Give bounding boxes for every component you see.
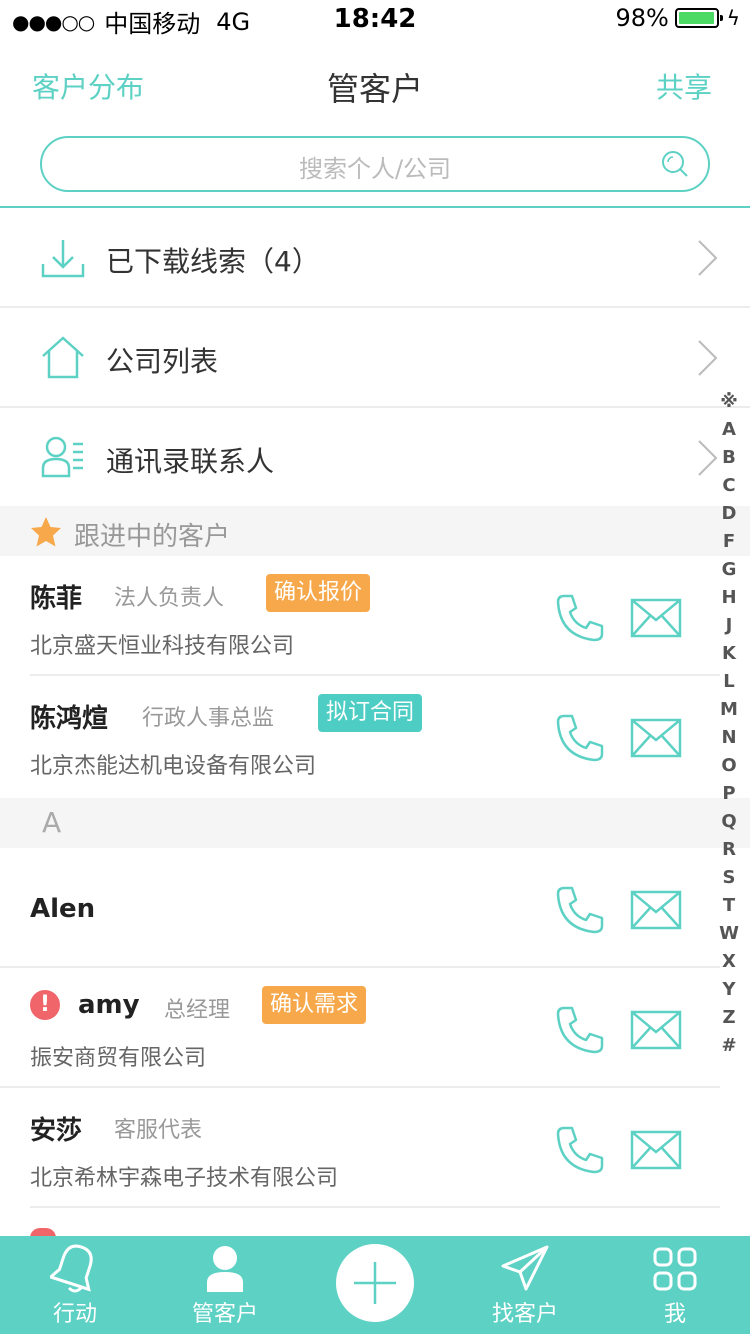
contact-company: 北京盛天恒业科技有限公司 [30, 634, 295, 659]
index-letter[interactable]: O [714, 752, 744, 780]
contact-title: 总经理 [164, 998, 231, 1023]
contact-name: 陈菲 [30, 584, 83, 614]
index-letter[interactable]: R [714, 836, 744, 864]
menu-address-book-contacts[interactable]: 通讯录联系人 [0, 408, 750, 508]
contact-company: 北京杰能达机电设备有限公司 [30, 754, 317, 779]
contact-company: 北京希林宇森电子技术有限公司 [30, 1166, 339, 1191]
chevron-right-icon [698, 340, 718, 376]
menu-label: 通讯录联系人 [106, 445, 275, 478]
tab-find-customers[interactable]: 找客户 [465, 1236, 585, 1334]
search-input[interactable]: 搜索个人/公司 [40, 136, 710, 192]
index-letter[interactable]: C [714, 472, 744, 500]
contact-row[interactable]: Alen [0, 848, 720, 968]
nav-bar: 客户分布 管客户 共享 [0, 40, 750, 128]
index-letter[interactable]: X [714, 948, 744, 976]
star-icon [31, 517, 61, 547]
grid-icon [653, 1247, 697, 1291]
contact-company: 振安商贸有限公司 [30, 1046, 207, 1071]
menu-company-list[interactable]: 公司列表 [0, 308, 750, 408]
phone-icon[interactable] [554, 1004, 606, 1056]
battery-icon [674, 8, 723, 28]
index-letter[interactable]: Z [714, 1004, 744, 1032]
index-letter[interactable]: T [714, 892, 744, 920]
section-title: 跟进中的客户 [74, 522, 231, 552]
index-letter[interactable]: ※ [714, 388, 744, 416]
tab-label: 我 [663, 1302, 686, 1327]
contact-name: amy [78, 990, 140, 1020]
status-bar: ●●●○○ 中国移动 4G 18:42 98% ϟ [0, 0, 750, 40]
phone-icon[interactable] [554, 592, 606, 644]
charging-icon: ϟ [726, 6, 740, 30]
index-letter[interactable]: L [714, 668, 744, 696]
mail-icon[interactable] [630, 890, 682, 930]
tab-manage-customers[interactable]: 管客户 [165, 1236, 285, 1334]
contact-row[interactable]: ! amy 总经理 确认需求 振安商贸有限公司 [0, 968, 720, 1088]
paper-plane-icon [501, 1245, 549, 1291]
index-letter[interactable]: W [714, 920, 744, 948]
home-icon [42, 336, 84, 379]
customer-distribution-link[interactable]: 客户分布 [32, 66, 144, 106]
index-letter[interactable]: G [714, 556, 744, 584]
contact-row[interactable]: 陈鸿煊 行政人事总监 拟订合同 北京杰能达机电设备有限公司 [0, 676, 720, 796]
index-letter[interactable]: K [714, 640, 744, 668]
share-link[interactable]: 共享 [656, 66, 712, 106]
index-letter[interactable]: D [714, 500, 744, 528]
menu-label: 公司列表 [106, 345, 219, 378]
divider [30, 1206, 720, 1208]
mail-icon[interactable] [630, 1010, 682, 1050]
alert-icon: ! [30, 990, 60, 1020]
index-letter[interactable]: Y [714, 976, 744, 1004]
search-placeholder: 搜索个人/公司 [298, 155, 452, 183]
bell-icon [50, 1244, 93, 1293]
alphabet-index[interactable]: ※ A B C D F G H J K L M N O P Q R S T W X Y Z # [714, 388, 744, 1060]
contact-name: Alen [30, 894, 96, 924]
phone-icon[interactable] [554, 884, 606, 936]
contact-name: 安莎 [30, 1116, 83, 1146]
mail-icon[interactable] [630, 1130, 682, 1170]
contact-row[interactable]: 安莎 客服代表 北京希林宇森电子技术有限公司 [0, 1088, 720, 1208]
menu-downloaded-leads[interactable]: 已下载线索（4） [0, 208, 750, 308]
download-icon [41, 240, 85, 278]
tab-label: 管客户 [191, 1302, 258, 1327]
index-letter[interactable]: P [714, 780, 744, 808]
section-header-following: 跟进中的客户 [0, 506, 750, 556]
phone-icon[interactable] [554, 1124, 606, 1176]
contact-name: 陈鸿煊 [30, 704, 109, 734]
section-letter: A [42, 806, 62, 839]
tab-label: 找客户 [491, 1302, 558, 1327]
battery-percent: 98% [615, 4, 669, 32]
contact-title: 法人负责人 [114, 586, 225, 611]
status-tag: 确认需求 [262, 986, 367, 1024]
phone-icon[interactable] [554, 712, 606, 764]
index-letter[interactable]: Q [714, 808, 744, 836]
contact-title: 行政人事总监 [142, 706, 275, 731]
tab-me[interactable]: 我 [615, 1236, 735, 1334]
search-icon [662, 151, 688, 177]
index-letter[interactable]: J [714, 612, 744, 640]
index-letter[interactable]: F [714, 528, 744, 556]
tab-bar: 行动 管客户 找客户 我 [0, 1236, 750, 1334]
tab-action[interactable]: 行动 [15, 1236, 135, 1334]
person-icon [207, 1246, 243, 1292]
index-letter[interactable]: A [714, 416, 744, 444]
menu-label: 已下载线索（4） [106, 245, 320, 278]
add-button[interactable] [336, 1244, 414, 1322]
section-header-letter: A [0, 798, 750, 848]
chevron-right-icon [698, 240, 718, 276]
contact-title: 客服代表 [114, 1118, 203, 1143]
contact-row[interactable]: 陈菲 法人负责人 确认报价 北京盛天恒业科技有限公司 [0, 556, 720, 676]
index-letter[interactable]: M [714, 696, 744, 724]
mail-icon[interactable] [630, 598, 682, 638]
index-letter[interactable]: H [714, 584, 744, 612]
mail-icon[interactable] [630, 718, 682, 758]
tab-label: 行动 [52, 1302, 97, 1327]
plus-icon [354, 1262, 396, 1304]
status-tag: 拟订合同 [318, 694, 423, 732]
status-tag: 确认报价 [266, 574, 371, 612]
contacts-icon [41, 436, 83, 478]
index-letter[interactable]: B [714, 444, 744, 472]
index-letter[interactable]: S [714, 864, 744, 892]
index-letter[interactable]: N [714, 724, 744, 752]
index-letter[interactable]: # [714, 1032, 744, 1060]
